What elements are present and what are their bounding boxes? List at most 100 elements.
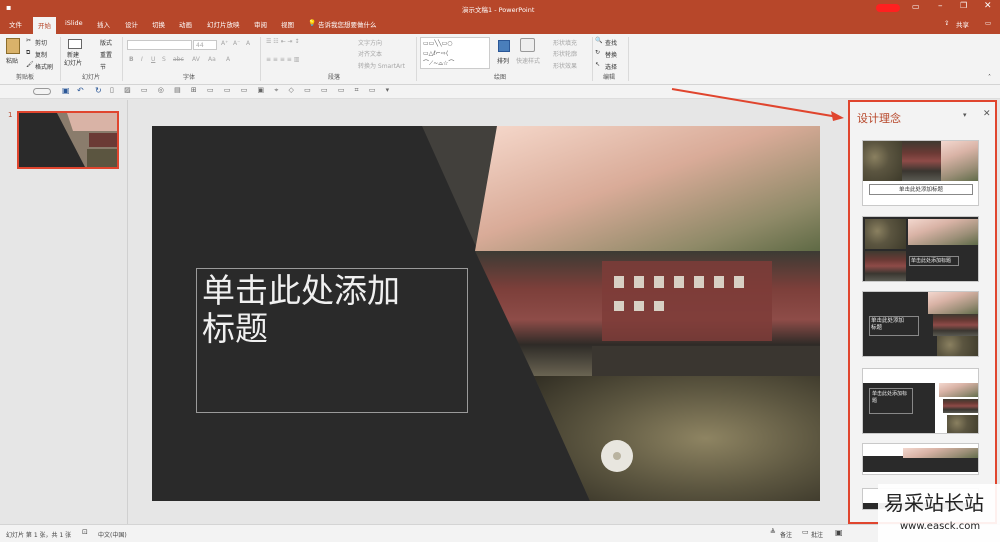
replace-icon[interactable]: ↻ (595, 49, 600, 56)
thumb-title: 单击此处添加标题 (911, 258, 952, 264)
ribbon-display-icon[interactable]: ▭ (912, 2, 920, 11)
collapse-ribbon-icon[interactable]: ˄ (988, 74, 991, 81)
quick-styles-icon[interactable] (520, 38, 535, 52)
spacing-icon[interactable]: AV (192, 56, 200, 63)
design-idea-1[interactable]: 单击此处添加标题 (862, 140, 979, 206)
reset-button[interactable]: 重置 (100, 50, 112, 59)
title-placeholder[interactable]: 单击此处添加 标题 (196, 268, 468, 413)
case-icon[interactable]: Aa (208, 56, 216, 63)
cut-button[interactable]: 剪切 (35, 38, 47, 47)
text-direction-button[interactable]: 文字方向 (358, 38, 382, 47)
divider (416, 37, 417, 81)
copy-icon[interactable]: ⧉ (26, 49, 30, 57)
font-color-icon[interactable]: A (226, 56, 230, 63)
tab-islide[interactable]: iSlide (65, 19, 83, 27)
spellcheck-icon[interactable]: ⊡ (82, 528, 88, 536)
user-badge[interactable] (876, 4, 900, 12)
watermark-site-name: 易采站长站 (884, 491, 984, 515)
tab-view[interactable]: 视图 (281, 19, 294, 29)
bold-icon[interactable]: B (129, 56, 134, 63)
shadow-icon[interactable]: S (162, 56, 166, 63)
lightbulb-icon: 💡 (308, 19, 317, 27)
format-painter-icon[interactable]: 🖌 (26, 61, 34, 68)
thumb-photo (908, 219, 978, 245)
thumb-title-box: 单击此处添加标 题 (869, 388, 913, 414)
paste-icon[interactable] (6, 38, 20, 54)
language-indicator[interactable]: 中文(中国) (98, 530, 127, 539)
ribbon: 粘贴 ✂ 剪切 ⧉ 复制 🖌 格式刷 剪贴板 新建 幻灯片 版式 重置 节 幻灯… (0, 34, 1000, 85)
tab-insert[interactable]: 插入 (97, 19, 110, 29)
tab-animations[interactable]: 动画 (179, 19, 192, 29)
design-idea-2[interactable]: 单击此处添加标题 (862, 216, 979, 282)
copy-button[interactable]: 复制 (35, 50, 47, 59)
tell-me-box[interactable]: 告诉我您想要做什么 (318, 19, 377, 29)
normal-view-icon[interactable]: ▣ (835, 528, 843, 537)
restore-icon[interactable]: ❐ (960, 1, 967, 10)
shapes-gallery[interactable]: ▭▭╲╲▭○ ▭△ℓ⌐⇨⟨ ⌒⟋~⌓☆⌒ (420, 37, 490, 69)
comments-icon[interactable]: ▭ (802, 528, 809, 536)
tab-slideshow[interactable]: 幻灯片放映 (207, 19, 240, 29)
undo-icon[interactable]: ↶ (77, 86, 84, 95)
save-icon[interactable]: ▪ (6, 3, 11, 12)
select-button[interactable]: 选择 (605, 62, 617, 71)
toolbar-icons[interactable]: ▯ ▨ ▭ ◎ ▤ ⊞ ▭ ▭ ▭ ▣ ⌖ ◇ ▭ ▭ ▭ ⌗ ▭ ▾ (110, 86, 393, 95)
toggle-icon[interactable] (33, 88, 51, 95)
cut-icon[interactable]: ✂ (26, 37, 31, 44)
slide-canvas[interactable]: 单击此处添加 标题 (152, 126, 820, 501)
arrange-icon[interactable] (498, 40, 510, 52)
tab-review[interactable]: 审阅 (254, 19, 267, 29)
paragraph-group-label: 段落 (328, 74, 341, 81)
design-idea-4[interactable]: 单击此处添加标 题 (862, 368, 979, 434)
thumb-photo (928, 292, 978, 314)
smartart-button[interactable]: 转换为 SmartArt (358, 61, 405, 70)
quick-styles-button[interactable]: 快速样式 (516, 56, 540, 65)
design-idea-5[interactable] (862, 443, 979, 475)
tab-design[interactable]: 设计 (125, 19, 138, 29)
thumb-title-box: 单击此处添加标题 (909, 256, 959, 266)
clear-format-icon[interactable]: A (246, 40, 250, 47)
section-button[interactable]: 节 (100, 62, 106, 71)
slides-group-label: 幻灯片 (82, 74, 101, 81)
italic-icon[interactable]: I (141, 56, 143, 63)
notes-icon[interactable]: ≜ (770, 528, 776, 536)
font-size-input[interactable]: 44 (193, 40, 217, 50)
align-text-button[interactable]: 对齐文本 (358, 49, 382, 58)
notes-button[interactable]: 备注 (780, 530, 792, 539)
shrink-font-icon[interactable]: A⁻ (233, 40, 240, 47)
redo-icon[interactable]: ↻ (95, 86, 102, 95)
shape-effects-button[interactable]: 形状效果 (553, 61, 577, 70)
replace-button[interactable]: 替换 (605, 50, 617, 59)
design-idea-3[interactable]: 单击此处添加 标题 (862, 291, 979, 357)
font-name-input[interactable] (127, 40, 192, 50)
minimize-icon[interactable]: – (938, 1, 943, 11)
close-icon[interactable]: ✕ (984, 1, 992, 11)
strikethrough-icon[interactable]: abc (173, 56, 184, 63)
tab-home[interactable]: 开始 (33, 17, 56, 34)
bullets-icon[interactable]: ☰ ☷ ⇤ ⇥ ↕ (266, 38, 299, 45)
new-slide-button[interactable]: 新建 幻灯片 (64, 52, 82, 68)
thumb-photo (941, 141, 978, 181)
pane-options-icon[interactable]: ▾ (963, 111, 967, 119)
share-button[interactable]: 共享 (956, 19, 969, 29)
tab-transitions[interactable]: 切换 (152, 19, 165, 29)
save-icon[interactable]: ▣ (62, 86, 70, 95)
share-icon[interactable]: ⇪ (944, 19, 949, 27)
format-painter-button[interactable]: 格式刷 (35, 62, 53, 71)
tab-file[interactable]: 文件 (9, 19, 22, 29)
comments-button[interactable]: 批注 (811, 530, 823, 539)
find-button[interactable]: 查找 (605, 38, 617, 47)
align-icons[interactable]: ≡ ≡ ≡ ≡ ▥ (266, 56, 299, 63)
paste-button[interactable]: 粘贴 (6, 56, 18, 65)
slide-thumbnail[interactable] (17, 111, 119, 169)
shape-outline-button[interactable]: 形状轮廓 (553, 49, 577, 58)
shape-fill-button[interactable]: 形状填充 (553, 38, 577, 47)
underline-icon[interactable]: U (151, 56, 155, 63)
arrange-button[interactable]: 排列 (497, 56, 509, 65)
select-icon[interactable]: ↖ (595, 61, 600, 68)
grow-font-icon[interactable]: A⁺ (221, 40, 228, 47)
new-slide-icon[interactable] (68, 39, 82, 49)
pane-close-icon[interactable]: ✕ (983, 109, 991, 119)
find-icon[interactable]: 🔍 (595, 37, 602, 44)
layout-button[interactable]: 版式 (100, 38, 112, 47)
comments-icon[interactable]: ▭ (985, 19, 991, 27)
